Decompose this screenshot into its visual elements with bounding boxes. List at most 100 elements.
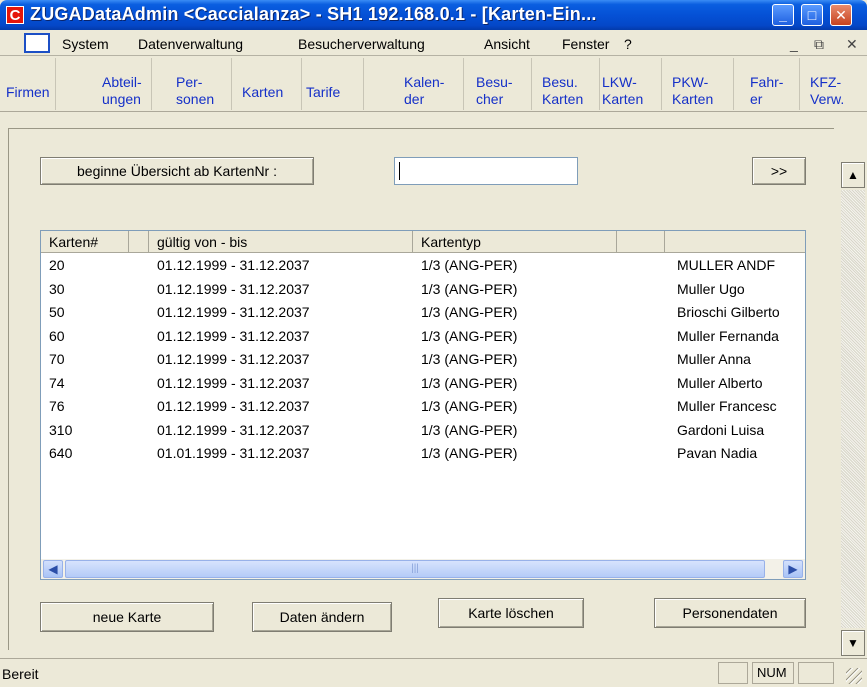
toolbar-label: Per- bbox=[176, 74, 203, 90]
text-caret bbox=[399, 162, 400, 180]
person-data-button[interactable]: Personendaten bbox=[654, 598, 806, 628]
toolbar-besucher-button[interactable]: Besu-cher bbox=[476, 58, 532, 110]
new-card-button[interactable]: neue Karte bbox=[40, 602, 214, 632]
table-row[interactable]: 70 01.12.1999 - 31.12.2037 1/3 (ANG-PER) Mu… bbox=[41, 351, 805, 373]
card-number-input[interactable] bbox=[394, 157, 578, 185]
cell-kartentyp: 1/3 (ANG-PER) bbox=[421, 304, 518, 320]
toolbar-kalender-button[interactable]: Kalen-der bbox=[404, 58, 464, 110]
minimize-icon[interactable]: _ bbox=[772, 4, 794, 26]
toolbar-abteilungen-button[interactable]: Abteil-ungen bbox=[102, 58, 152, 110]
toolbar-tarife-button[interactable]: Tarife bbox=[306, 58, 364, 110]
table-row[interactable]: 20 01.12.1999 - 31.12.2037 1/3 (ANG-PER) MU… bbox=[41, 257, 805, 279]
delete-card-button[interactable]: Karte löschen bbox=[438, 598, 584, 628]
title-bar[interactable]: C ZUGADataAdmin <Caccialanza> - SH1 192.… bbox=[0, 0, 867, 30]
resize-grip-icon[interactable] bbox=[846, 668, 862, 684]
cell-kartennr: 310 bbox=[49, 421, 73, 438]
cell-name: Pavan Nadia bbox=[677, 445, 758, 461]
mdi-restore-icon[interactable]: ⧉ bbox=[814, 36, 824, 53]
toolbar-pkw-karten-button[interactable]: PKW- Karten bbox=[672, 58, 734, 110]
toolbar-firmen-button[interactable]: Firmen bbox=[6, 58, 56, 110]
column-header-name[interactable] bbox=[665, 231, 805, 253]
cell-kartennr: 70 bbox=[49, 351, 65, 367]
scroll-up-icon[interactable]: ▲ bbox=[841, 162, 865, 188]
mdi-close-icon[interactable]: ✕ bbox=[846, 36, 858, 53]
toolbar-label: Karten bbox=[542, 91, 584, 107]
cell-name: Brioschi Gilberto bbox=[677, 304, 780, 320]
column-header-kartentyp[interactable]: Kartentyp bbox=[413, 231, 617, 253]
column-header-blank[interactable] bbox=[129, 231, 149, 253]
table-row[interactable]: 50 01.12.1999 - 31.12.2037 1/3 (ANG-PER) Br… bbox=[41, 304, 805, 326]
card-list[interactable]: Karten# gültig von - bis Kartentyp 20 01.… bbox=[40, 230, 806, 580]
document-icon[interactable] bbox=[24, 33, 50, 53]
menu-help[interactable]: ? bbox=[624, 36, 632, 52]
cell-kartentyp: 1/3 (ANG-PER) bbox=[421, 280, 518, 297]
menu-besucherverwaltung[interactable]: Besucherverwaltung bbox=[298, 36, 425, 52]
toolbar-label: LKW- bbox=[602, 74, 637, 90]
toolbar-fahrer-button[interactable]: Fahr-er bbox=[750, 58, 800, 110]
cell-name: Muller Fernanda bbox=[677, 327, 779, 344]
status-num: NUM bbox=[752, 662, 794, 684]
horizontal-scrollbar[interactable]: ◀ ||| ▶ bbox=[41, 559, 805, 579]
edit-data-button[interactable]: Daten ändern bbox=[252, 602, 392, 632]
app-icon[interactable]: C bbox=[6, 6, 24, 24]
toolbar-besucher-karten-button[interactable]: Besu. Karten bbox=[542, 58, 600, 110]
cell-validity: 01.12.1999 - 31.12.2037 bbox=[157, 421, 310, 438]
cell-kartentyp: 1/3 (ANG-PER) bbox=[421, 445, 518, 461]
close-icon[interactable]: ✕ bbox=[830, 4, 852, 26]
cell-kartentyp: 1/3 (ANG-PER) bbox=[421, 374, 518, 391]
toolbar-label: Karten bbox=[602, 91, 644, 107]
cell-kartennr: 640 bbox=[49, 445, 73, 461]
toolbar-kfz-verwaltung-button[interactable]: KFZ- Verw. bbox=[810, 58, 867, 110]
menu-system[interactable]: System bbox=[62, 36, 109, 52]
toolbar-label: ungen bbox=[102, 91, 141, 107]
scroll-down-icon[interactable]: ▼ bbox=[841, 630, 865, 656]
cell-validity: 01.12.1999 - 31.12.2037 bbox=[157, 374, 310, 391]
column-header-kartennr[interactable]: Karten# bbox=[41, 231, 129, 253]
cell-kartennr: 74 bbox=[49, 374, 65, 391]
toolbar-personen-button[interactable]: Per-sonen bbox=[176, 58, 232, 110]
cell-kartennr: 50 bbox=[49, 304, 65, 320]
toolbar-label: der bbox=[404, 91, 425, 107]
scroll-right-icon[interactable]: ▶ bbox=[783, 560, 803, 578]
toolbar-label: Besu- bbox=[476, 74, 513, 90]
menu-ansicht[interactable]: Ansicht bbox=[484, 36, 530, 52]
cell-name: MULLER ANDF bbox=[677, 257, 776, 273]
toolbar-label: Besu. bbox=[542, 74, 578, 90]
toolbar-label: KFZ- bbox=[810, 74, 842, 90]
toolbar-label: Karten bbox=[242, 84, 284, 100]
horizontal-scroll-thumb[interactable]: ||| bbox=[65, 560, 765, 578]
toolbar-karten-button[interactable]: Karten bbox=[242, 58, 302, 110]
toolbar-label: Fahr- bbox=[750, 74, 784, 90]
table-row[interactable]: 640 01.01.1999 - 31.12.2037 1/3 (ANG-PER) P… bbox=[41, 445, 805, 467]
column-header-blank-2[interactable] bbox=[617, 231, 665, 253]
cell-validity: 01.12.1999 - 31.12.2037 bbox=[157, 327, 310, 344]
menu-fenster[interactable]: Fenster bbox=[562, 36, 609, 52]
status-pane-caps bbox=[718, 662, 748, 684]
menu-datenverwaltung[interactable]: Datenverwaltung bbox=[138, 36, 243, 52]
toolbar-label: sonen bbox=[176, 91, 215, 107]
table-row[interactable]: 76 01.12.1999 - 31.12.2037 1/3 (ANG-PER) Mu… bbox=[41, 398, 805, 420]
table-row[interactable]: 74 01.12.1999 - 31.12.2037 1/3 (ANG-PER) Mu… bbox=[41, 374, 805, 397]
column-header-gueltig[interactable]: gültig von - bis bbox=[149, 231, 413, 253]
scroll-left-icon[interactable]: ◀ bbox=[43, 560, 63, 578]
table-row[interactable]: 310 01.12.1999 - 31.12.2037 1/3 (ANG-PER) G… bbox=[41, 421, 805, 444]
toolbar-lkw-karten-button[interactable]: LKW- Karten bbox=[602, 58, 662, 110]
vertical-scrollbar[interactable]: ▲ ▼ bbox=[840, 162, 866, 656]
toolbar-label: Abteil- bbox=[102, 74, 142, 90]
toolbar-label: er bbox=[750, 91, 763, 107]
maximize-icon[interactable]: □ bbox=[801, 4, 823, 26]
vertical-scroll-track[interactable] bbox=[841, 190, 865, 628]
status-text: Bereit bbox=[2, 666, 39, 682]
cell-validity: 01.12.1999 - 31.12.2037 bbox=[157, 257, 310, 273]
start-overview-button[interactable]: beginne Übersicht ab KartenNr : bbox=[40, 157, 314, 185]
cell-validity: 01.01.1999 - 31.12.2037 bbox=[157, 445, 310, 461]
table-row[interactable]: 60 01.12.1999 - 31.12.2037 1/3 (ANG-PER) Mu… bbox=[41, 327, 805, 350]
window-title: ZUGADataAdmin <Caccialanza> - SH1 192.16… bbox=[30, 4, 597, 24]
menu-bar bbox=[0, 30, 867, 56]
cell-name: Muller Francesc bbox=[677, 398, 777, 414]
table-row[interactable]: 30 01.12.1999 - 31.12.2037 1/3 (ANG-PER) Mu… bbox=[41, 280, 805, 303]
cell-kartentyp: 1/3 (ANG-PER) bbox=[421, 421, 518, 438]
mdi-minimize-icon[interactable]: _ bbox=[790, 36, 798, 52]
cell-kartennr: 60 bbox=[49, 327, 65, 344]
next-button[interactable]: >> bbox=[752, 157, 806, 185]
